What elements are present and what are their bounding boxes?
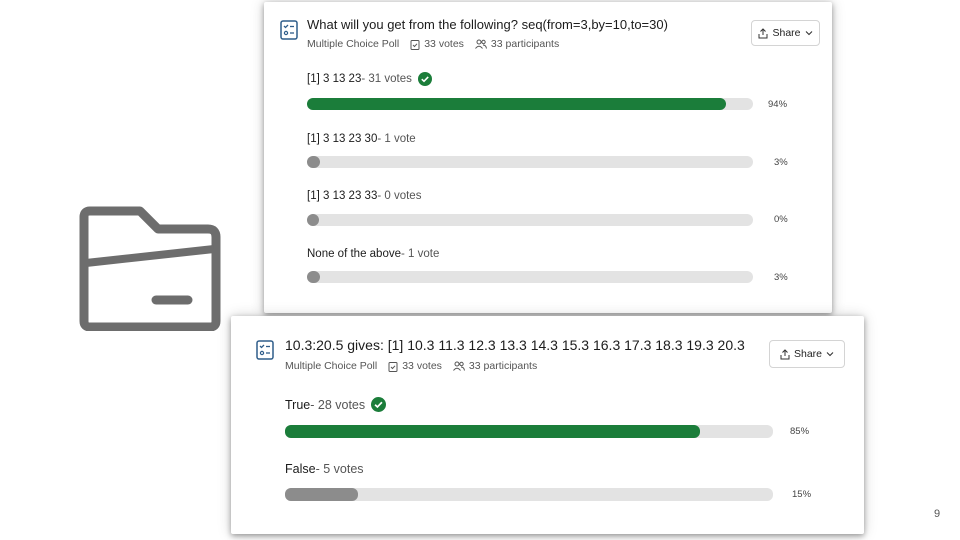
poll-card-1: What will you get from the following? se… [264,2,832,313]
share-icon [758,27,768,38]
percent-label: 3% [774,157,788,168]
percent-label: 94% [768,99,788,110]
share-button[interactable]: Share [751,20,820,46]
option-label: None of the above - 1 vote [307,248,440,260]
option-label: [1] 3 13 23 - 31 votes [307,72,432,86]
percent-label: 0% [774,214,788,225]
share-label: Share [793,348,823,360]
chevron-down-icon [826,352,834,357]
option-label: [1] 3 13 23 33 - 0 votes [307,190,422,202]
participants-count: 33 participants [490,38,560,50]
progress-fill [285,425,700,438]
progress-fill [307,214,319,226]
poll-icon [256,340,274,360]
progress-bar [285,488,773,501]
participants-icon [453,361,465,371]
correct-check-icon [371,397,387,412]
poll-card-2: 10.3:20.5 gives: [1] 10.3 11.3 12.3 13.3… [231,316,864,534]
poll-meta: Multiple Choice Poll 33 votes 33 partici… [285,360,548,372]
progress-bar [307,156,753,168]
chevron-down-icon [805,31,812,36]
progress-fill [307,98,727,110]
progress-bar [307,214,753,226]
folder-icon [79,206,221,331]
clipboard-check-icon [410,39,420,50]
poll-meta: Multiple Choice Poll 33 votes 33 partici… [307,38,570,50]
option-label: True - 28 votes [285,397,387,412]
progress-fill [307,156,321,168]
page-number: 9 [934,508,941,520]
share-label: Share [772,27,801,39]
progress-fill [307,271,321,283]
participants-icon [475,39,487,49]
option-label: False - 5 votes [285,462,364,476]
poll-type: Multiple Choice Poll [307,38,400,50]
poll-title: 10.3:20.5 gives: [1] 10.3 11.3 12.3 13.3… [285,337,745,353]
progress-bar [307,98,753,110]
percent-label: 3% [774,272,788,283]
poll-type: Multiple Choice Poll [285,360,378,372]
progress-fill [285,488,359,501]
share-button[interactable]: Share [769,340,845,368]
votes-count: 33 votes [402,360,442,372]
progress-bar [285,425,773,438]
percent-label: 85% [790,426,810,437]
percent-label: 15% [792,489,812,500]
progress-bar [307,271,753,283]
poll-icon [280,20,298,40]
correct-check-icon [417,72,432,86]
option-label: [1] 3 13 23 30 - 1 vote [307,133,416,145]
participants-count: 33 participants [468,360,538,372]
clipboard-check-icon [388,361,398,372]
share-icon [780,348,790,359]
votes-count: 33 votes [424,38,464,50]
poll-title: What will you get from the following? se… [307,17,668,32]
